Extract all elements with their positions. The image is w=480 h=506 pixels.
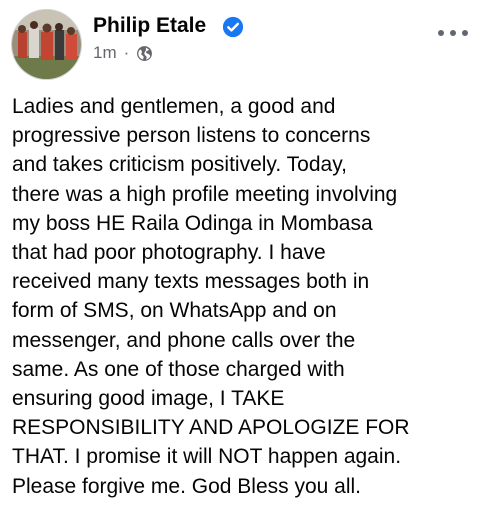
- post-meta: 1m ·: [93, 43, 153, 63]
- post-text-line: form of SMS, on WhatsApp and on: [12, 299, 337, 323]
- avatar[interactable]: [11, 9, 82, 80]
- more-options-icon[interactable]: [438, 28, 468, 38]
- facebook-post: Philip Etale 1m · Ladies and gentlemen, …: [0, 0, 480, 506]
- post-text-line: ensuring good image, I TAKE: [12, 387, 285, 411]
- post-text-line: THAT. I promise it will NOT happen again…: [12, 445, 402, 469]
- globe-icon[interactable]: [136, 45, 153, 62]
- more-dot: [438, 30, 444, 36]
- post-text-line: Please forgive me. God Bless you all.: [12, 474, 362, 498]
- more-dot: [450, 30, 456, 36]
- post-timestamp[interactable]: 1m: [93, 43, 117, 63]
- post-text-line: there was a high profile meeting involvi…: [12, 182, 398, 206]
- post-text-line: and takes criticism positively. Today,: [12, 153, 347, 177]
- post-text-line: messenger, and phone calls over the: [12, 328, 356, 352]
- author-name[interactable]: Philip Etale: [93, 14, 206, 38]
- post-text-line: same. As one of those charged with: [12, 357, 345, 381]
- more-dot: [462, 30, 468, 36]
- post-text-line: that had poor photography. I have: [12, 241, 326, 265]
- post-text-line: RESPONSIBILITY AND APOLOGIZE FOR: [12, 416, 410, 440]
- verified-badge-icon: [222, 16, 244, 38]
- post-text-line: Ladies and gentlemen, a good and: [12, 95, 336, 118]
- post-text-line: received many texts messages both in: [12, 270, 370, 294]
- meta-separator: ·: [123, 43, 130, 62]
- post-body: Ladies and gentlemen, a good and progres…: [12, 92, 474, 501]
- post-text-line: my boss HE Raila Odinga in Mombasa: [12, 211, 373, 235]
- post-text-line: progressive person listens to concerns: [12, 124, 371, 148]
